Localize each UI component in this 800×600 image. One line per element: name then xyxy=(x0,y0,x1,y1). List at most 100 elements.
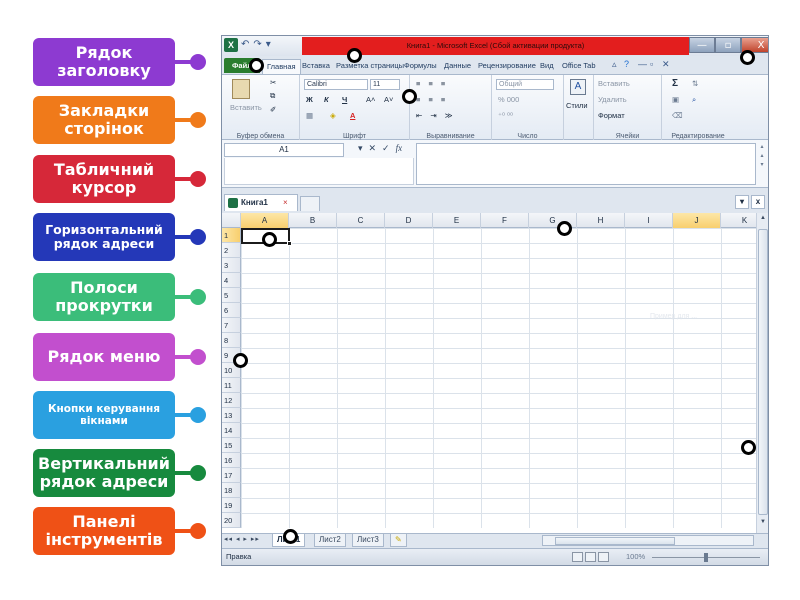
row-header[interactable]: 3 xyxy=(222,258,241,273)
clear-icon[interactable]: ⌫ xyxy=(672,111,683,120)
row-header[interactable]: 8 xyxy=(222,333,241,348)
excel-app-icon[interactable]: X xyxy=(224,38,238,52)
sheet-tab-2[interactable]: Лист2 xyxy=(314,534,346,547)
font-size-select[interactable]: 11 xyxy=(370,79,400,90)
maximize-button[interactable]: ▫ xyxy=(715,37,741,53)
column-header[interactable]: C xyxy=(337,213,385,228)
sheet-tab-3[interactable]: Лист3 xyxy=(352,534,384,547)
italic-button[interactable]: К xyxy=(324,95,329,104)
styles-icon[interactable]: A xyxy=(570,79,586,95)
formula-bar-expand-icon[interactable]: ▴ ▴ ▾ xyxy=(757,143,767,170)
row-header[interactable]: 17 xyxy=(222,468,241,483)
doc-close-icon[interactable]: ✕ xyxy=(662,59,670,70)
row-header[interactable]: 5 xyxy=(222,288,241,303)
doc-tab-list-icon[interactable]: ▾ xyxy=(735,195,749,209)
doc-minimize-icon[interactable]: — xyxy=(638,59,647,69)
row-header[interactable]: 11 xyxy=(222,378,241,393)
sheet-nav-buttons[interactable]: ◂◂ ◂ ▸ ▸▸ xyxy=(224,535,260,543)
vertical-align-icons[interactable]: ≡ ≡ ≡ xyxy=(416,79,448,88)
horizontal-align-icons[interactable]: ≡ ≡ ≡ xyxy=(416,95,448,104)
tab-insert[interactable]: Вставка xyxy=(302,59,330,74)
number-format-select[interactable]: Общий xyxy=(496,79,554,90)
sort-filter-icon[interactable]: ⇅ xyxy=(692,79,698,88)
row-header[interactable]: 1 xyxy=(222,228,241,243)
find-icon[interactable]: ⌕ xyxy=(692,95,696,105)
column-header[interactable]: J xyxy=(673,213,721,228)
row-header[interactable]: 12 xyxy=(222,393,241,408)
indent-icons[interactable]: ⇤ ⇥ ≫ xyxy=(416,111,456,120)
undo-icon[interactable]: ↶ xyxy=(240,38,250,52)
doc-tab-book1[interactable]: Книга1 × xyxy=(224,194,298,211)
tab-view[interactable]: Вид xyxy=(540,59,554,74)
doc-tab-close-all-icon[interactable]: x xyxy=(751,195,765,209)
row-header[interactable]: 16 xyxy=(222,453,241,468)
row-header[interactable]: 6 xyxy=(222,303,241,318)
column-header[interactable]: E xyxy=(433,213,481,228)
autosum-button[interactable]: Σ xyxy=(672,78,678,89)
decimal-buttons[interactable]: ⁺⁰ ⁰⁰ xyxy=(498,111,513,120)
name-box-dropdown-icon[interactable]: ▾ xyxy=(358,143,363,157)
shrink-font-button[interactable]: A˅ xyxy=(384,95,393,104)
normal-view-button[interactable] xyxy=(572,552,583,562)
tab-data[interactable]: Данные xyxy=(444,59,471,74)
column-header[interactable]: F xyxy=(481,213,529,228)
format-painter-icon[interactable]: ✐ xyxy=(270,105,276,114)
column-header[interactable]: I xyxy=(625,213,673,228)
tab-office-tab[interactable]: Office Tab xyxy=(562,59,596,74)
page-break-view-button[interactable] xyxy=(598,552,609,562)
zoom-slider[interactable] xyxy=(652,553,760,562)
row-header[interactable]: 19 xyxy=(222,498,241,513)
confirm-entry-icon[interactable]: ✓ xyxy=(382,143,390,157)
tab-home[interactable]: Главная xyxy=(262,59,301,74)
bold-button[interactable]: Ж xyxy=(306,95,313,104)
cells-area[interactable] xyxy=(241,228,756,528)
borders-icon[interactable]: ▦ xyxy=(306,111,313,120)
insert-cells-button[interactable]: Вставить xyxy=(598,79,630,88)
doc-tab-close-icon[interactable]: × xyxy=(283,195,288,210)
minimize-button[interactable]: — xyxy=(689,37,715,53)
column-header[interactable]: B xyxy=(289,213,337,228)
row-header[interactable]: 15 xyxy=(222,438,241,453)
percent-format-button[interactable]: % 000 xyxy=(498,95,519,104)
fill-icon[interactable]: ▣ xyxy=(672,95,679,104)
format-cells-button[interactable]: Формат xyxy=(598,111,625,120)
column-header[interactable]: D xyxy=(385,213,433,228)
name-box[interactable]: A1 xyxy=(224,143,344,157)
row-header[interactable]: 7 xyxy=(222,318,241,333)
styles-button[interactable]: Стили xyxy=(566,101,588,110)
copy-icon[interactable]: ⧉ xyxy=(270,91,275,101)
row-header[interactable]: 14 xyxy=(222,423,241,438)
cut-icon[interactable]: ✂ xyxy=(270,78,276,87)
horizontal-scroll-thumb[interactable] xyxy=(555,537,675,545)
row-header[interactable]: 2 xyxy=(222,243,241,258)
underline-button[interactable]: Ч xyxy=(342,95,347,104)
minimize-ribbon-icon[interactable]: ▵ xyxy=(612,59,617,70)
page-layout-view-button[interactable] xyxy=(585,552,596,562)
customize-qat-icon[interactable]: ▾ xyxy=(265,38,272,52)
doc-restore-icon[interactable]: ▫ xyxy=(650,59,653,69)
insert-sheet-icon[interactable]: ✎ xyxy=(390,534,407,547)
row-header[interactable]: 20 xyxy=(222,513,241,528)
scroll-up-icon[interactable]: ▲ xyxy=(757,215,768,221)
fill-color-icon[interactable]: ◈ xyxy=(330,111,336,120)
vertical-scroll-thumb[interactable] xyxy=(758,229,768,515)
column-header[interactable]: H xyxy=(577,213,625,228)
tab-page-layout[interactable]: Разметка страницы xyxy=(336,59,404,74)
insert-function-icon[interactable]: fx xyxy=(396,143,403,157)
font-color-button[interactable]: A xyxy=(350,111,355,120)
select-all-corner[interactable] xyxy=(222,213,241,228)
grow-font-button[interactable]: A˄ xyxy=(366,95,375,104)
formula-input[interactable] xyxy=(416,143,756,185)
redo-icon[interactable]: ↷ xyxy=(252,38,262,52)
scroll-down-icon[interactable]: ▼ xyxy=(757,519,768,525)
new-doc-tab-button[interactable] xyxy=(300,196,320,211)
cancel-entry-icon[interactable]: ✕ xyxy=(368,143,376,157)
column-header[interactable]: A xyxy=(241,213,289,228)
row-header[interactable]: 13 xyxy=(222,408,241,423)
row-header[interactable]: 18 xyxy=(222,483,241,498)
horizontal-scrollbar[interactable] xyxy=(542,535,754,546)
delete-cells-button[interactable]: Удалить xyxy=(598,95,627,104)
vertical-scrollbar[interactable]: ▲ ▼ xyxy=(756,213,768,533)
zoom-slider-knob[interactable] xyxy=(704,553,708,562)
tab-review[interactable]: Рецензирование xyxy=(478,59,536,74)
